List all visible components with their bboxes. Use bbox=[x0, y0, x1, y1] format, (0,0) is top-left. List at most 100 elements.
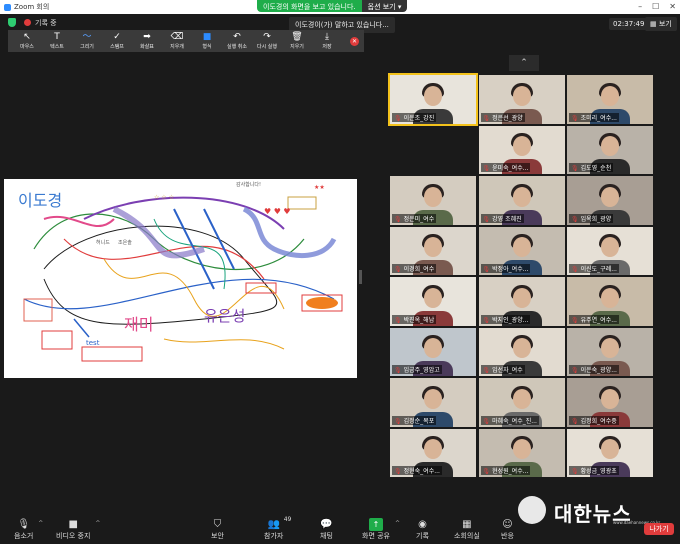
tool-label: 형식 bbox=[202, 44, 212, 50]
participant-tile[interactable]: 🎙 정현숙_여수... bbox=[390, 428, 476, 477]
annotate-tool-save[interactable]: ⤓ 저장 bbox=[312, 32, 342, 50]
close-button[interactable]: ✕ bbox=[669, 2, 676, 11]
participant-name-tag: 🎙 윤미숙_여수... bbox=[480, 163, 531, 172]
participant-name-tag: 🎙 황성금_영광초 bbox=[569, 466, 619, 475]
participant-tile[interactable]: 🎙 임금주_영암고 bbox=[390, 327, 476, 376]
leave-button[interactable]: 나가기 bbox=[644, 523, 674, 535]
close-annotation-icon[interactable]: ✕ bbox=[350, 36, 359, 46]
participant-tile[interactable]: 🎙 이신도_구례... bbox=[567, 226, 653, 275]
breakout-rooms-button[interactable]: ▦ 소회의실 bbox=[454, 518, 480, 541]
share-notice-bar: 이도경의 화면을 보고 있습니다. 옵션 보기 ▾ bbox=[257, 0, 408, 12]
security-label: 보안 bbox=[211, 532, 224, 540]
participant-name: 임선자_여수 bbox=[492, 367, 523, 374]
participant-tile[interactable]: 🎙 정은미_여수 bbox=[390, 176, 476, 225]
participant-name-tag: 🎙 정은선_광양 bbox=[480, 112, 525, 122]
participant-tile[interactable]: 🎙 김도영_순천 bbox=[567, 125, 653, 174]
participant-tile[interactable]: 🎙 김정순_목포 bbox=[390, 378, 476, 427]
split-divider-handle[interactable] bbox=[359, 270, 362, 284]
participant-name: 김정희_여수중 bbox=[580, 417, 617, 425]
participant-name-tag: 🎙 임선자_여수 bbox=[480, 365, 525, 374]
participant-tile[interactable]: 🎙 강영 조혜진 bbox=[478, 176, 565, 225]
muted-mic-icon: 🎙 bbox=[482, 367, 491, 374]
annotate-tool-stamp[interactable]: ✓ 스탬프 bbox=[102, 32, 132, 50]
participant-face bbox=[512, 186, 531, 207]
gallery-page-up-button[interactable]: ⌃ bbox=[509, 55, 539, 71]
stop-video-button[interactable]: ■ 비디오 중지 ^ bbox=[56, 518, 100, 541]
annotate-tool-text[interactable]: T 텍스트 bbox=[42, 32, 72, 50]
participant-tile[interactable]: 🎙 김정희_여수중 bbox=[567, 378, 653, 427]
participant-tile[interactable]: 🎙 황성금_영광초 bbox=[567, 428, 653, 477]
participant-tile[interactable]: 🎙 조미리_여수... bbox=[567, 75, 653, 124]
annotate-tool-trash[interactable]: 🗑 지우기 bbox=[282, 32, 312, 50]
press-watermark: 대한뉴스 www.daehannews.co.kr bbox=[518, 496, 660, 526]
participant-tile[interactable]: 🎙 이경희_여수 bbox=[390, 226, 476, 275]
participant-tile[interactable]: 🎙 유주연_여수... bbox=[567, 277, 653, 326]
share-screen-button[interactable]: ↑ 화면 공유 ^ bbox=[362, 518, 400, 541]
participant-name: 박정아_여수... bbox=[492, 266, 529, 273]
participant-tile[interactable] bbox=[390, 125, 476, 174]
participant-face bbox=[424, 388, 442, 409]
mute-button[interactable]: 🎙 음소거 ^ bbox=[14, 518, 43, 541]
tool-label: 실행 취소 bbox=[227, 44, 247, 50]
participant-name-tag: 🎙 현성원_여수... bbox=[480, 466, 531, 475]
view-options-button[interactable]: 옵션 보기 ▾ bbox=[361, 0, 408, 12]
participant-tile[interactable]: 🎙 정은선_광양 bbox=[478, 75, 565, 124]
muted-mic-icon: 🎙 bbox=[571, 266, 579, 273]
muted-mic-icon: 🎙 bbox=[482, 215, 491, 223]
participant-tile[interactable]: 🎙 마혜숙_여수_진... bbox=[478, 378, 565, 427]
chevron-up-icon[interactable]: ^ bbox=[95, 520, 100, 527]
participant-name-tag: 🎙 김도영_순천 bbox=[569, 163, 614, 172]
record-button[interactable]: ◉ 기록 bbox=[416, 518, 429, 541]
maximize-button[interactable]: ☐ bbox=[652, 2, 659, 11]
zoom-icon bbox=[4, 3, 11, 11]
participant-face bbox=[512, 237, 531, 258]
participant-face bbox=[512, 388, 531, 409]
view-button[interactable]: ▦ 보기 bbox=[645, 17, 677, 31]
participant-tile[interactable]: 🎙 현성원_여수... bbox=[478, 428, 565, 477]
annotate-tool-redo[interactable]: ↷ 다시 실행 bbox=[252, 32, 282, 50]
annotate-tool-eraser[interactable]: ⌫ 지우개 bbox=[162, 32, 192, 50]
participant-tile[interactable]: 🎙 박진옥_해남 bbox=[390, 277, 476, 326]
muted-mic-icon: 🎙 bbox=[394, 266, 402, 273]
participant-tile[interactable]: 🎙 이은숙_광양... bbox=[567, 327, 653, 376]
svg-text:★★: ★★ bbox=[314, 184, 325, 191]
participants-button[interactable]: 👥 참가자 49 bbox=[264, 516, 291, 541]
annotate-tool-arrow[interactable]: ➡ 화살표 bbox=[132, 32, 162, 50]
microphone-icon: 🎙 bbox=[17, 519, 31, 530]
chat-label: 채팅 bbox=[320, 532, 333, 540]
annotate-tool-draw[interactable]: 〜 그리기 bbox=[72, 32, 102, 50]
undo-icon: ↶ bbox=[233, 32, 241, 42]
participant-face bbox=[601, 388, 619, 409]
record-icon: ◉ bbox=[418, 519, 427, 530]
muted-mic-icon: 🎙 bbox=[482, 114, 491, 122]
annotate-tool-format[interactable]: ■ 형식 bbox=[192, 32, 222, 50]
muted-mic-icon: 🎙 bbox=[482, 316, 491, 324]
participant-tile[interactable]: 🎙 박정아_여수... bbox=[478, 226, 565, 275]
record-label: 기록 bbox=[416, 532, 429, 540]
minimize-button[interactable]: – bbox=[638, 2, 642, 11]
shared-whiteboard[interactable]: ♥ ♥ ♥ ★★ ☆ ☆ ☆ 이도경 재미 유은성 test 감사합니다! 허니… bbox=[4, 179, 357, 378]
participant-tile[interactable]: 🎙 임선자_여수 bbox=[478, 327, 565, 376]
annotate-tool-undo[interactable]: ↶ 실행 취소 bbox=[222, 32, 252, 50]
participant-tile[interactable]: 🎙 이은조_강진 bbox=[388, 73, 478, 126]
participant-name: 임옥희_광양 bbox=[580, 215, 612, 223]
participant-name: 김도영_순천 bbox=[580, 165, 612, 172]
participant-face bbox=[512, 287, 531, 308]
participant-name-tag: 🎙 유주연_여수... bbox=[569, 314, 619, 324]
participant-tile[interactable]: 🎙 임옥희_광양 bbox=[567, 176, 653, 225]
participant-tile[interactable]: 🎙 박지인_광양... bbox=[478, 277, 565, 326]
participant-name: 정현숙_여수... bbox=[403, 468, 440, 475]
eraser-icon: ⌫ bbox=[170, 32, 184, 42]
participant-face bbox=[601, 186, 619, 207]
security-button[interactable]: ⛉ 보안 bbox=[211, 518, 224, 541]
shield-icon[interactable] bbox=[8, 18, 16, 27]
chevron-up-icon[interactable]: ^ bbox=[395, 520, 400, 527]
chevron-up-icon[interactable]: ^ bbox=[38, 520, 43, 527]
reactions-button[interactable]: ☺ 반응 bbox=[501, 518, 514, 541]
annotate-tool-pointer[interactable]: ↖ 마우스 bbox=[12, 32, 42, 50]
participant-name-tag: 🎙 이은조_강진 bbox=[392, 112, 437, 122]
participant-tile[interactable]: 🎙 윤미숙_여수... bbox=[478, 125, 565, 174]
whiteboard-text-1: 이도경 bbox=[18, 191, 63, 210]
chat-button[interactable]: 💬 채팅 bbox=[320, 518, 333, 541]
breakout-grid-icon: ▦ bbox=[462, 519, 472, 530]
